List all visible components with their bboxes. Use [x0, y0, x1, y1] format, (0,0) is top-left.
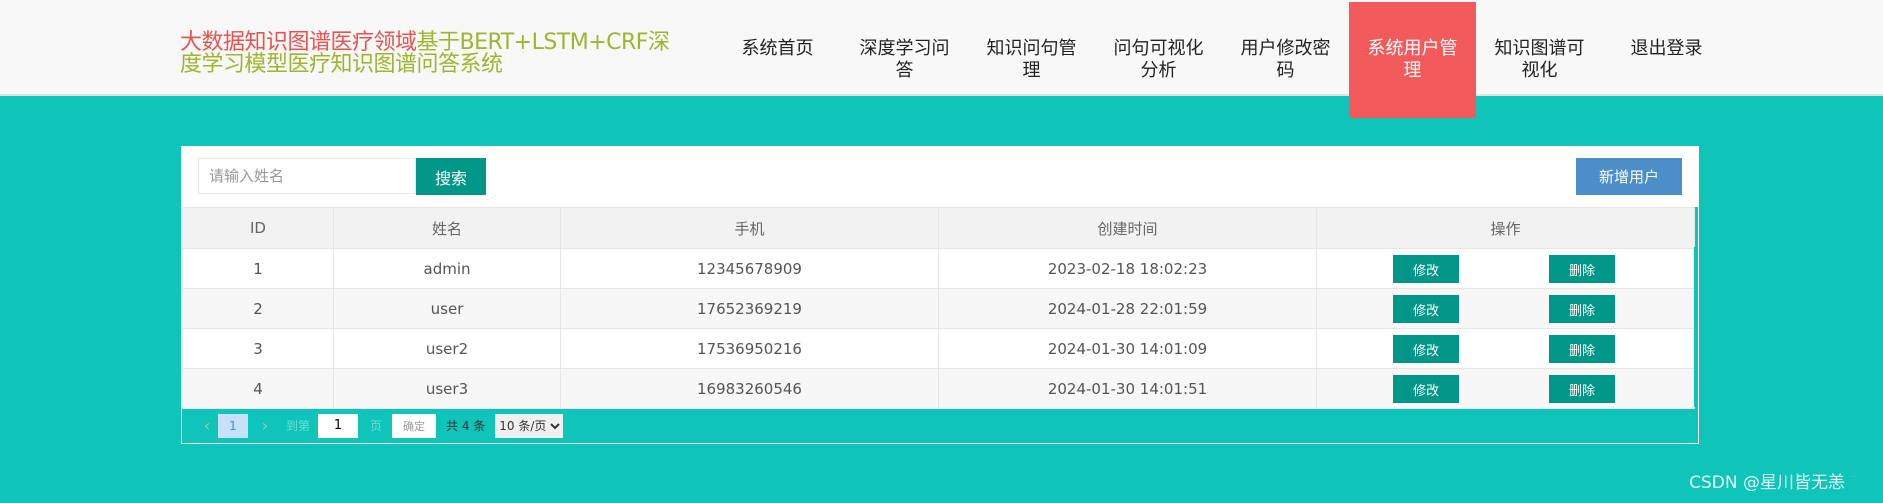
nav-home[interactable]: 系统首页	[714, 2, 841, 118]
chevron-right-icon[interactable]: ›	[254, 416, 276, 435]
search-button[interactable]: 搜索	[416, 158, 486, 195]
delete-button[interactable]: 删除	[1549, 255, 1615, 283]
page-unit-label: 页	[370, 419, 383, 433]
page-size-select[interactable]: 10 条/页	[495, 413, 564, 438]
cell-phone: 17536950216	[560, 328, 939, 369]
delete-button[interactable]: 删除	[1549, 375, 1615, 403]
cell-actions: 修改 删除	[1316, 288, 1695, 329]
table-row: 1 admin 12345678909 2023-02-18 18:02:23 …	[182, 248, 1695, 289]
cell-id: 2	[182, 288, 334, 329]
cell-actions: 修改 删除	[1316, 328, 1695, 369]
top-header: 大数据知识图谱医疗领域基于BERT+LSTM+CRF深度学习模型医疗知识图谱问答…	[0, 0, 1883, 118]
nav-question-management-label: 知识问句管理	[986, 38, 1077, 81]
edit-button[interactable]: 修改	[1393, 335, 1459, 363]
user-table: ID 姓名 手机 创建时间 操作 1 admin 12345678909 202…	[182, 207, 1695, 409]
nav-logout[interactable]: 退出登录	[1603, 2, 1730, 118]
column-header-id: ID	[182, 207, 334, 249]
cell-phone: 16983260546	[560, 368, 939, 409]
page-button-current[interactable]: 1	[218, 413, 248, 438]
column-header-created: 创建时间	[938, 207, 1317, 249]
cell-name: user2	[333, 328, 561, 369]
goto-page-input[interactable]	[318, 413, 359, 438]
delete-button[interactable]: 删除	[1549, 335, 1615, 363]
total-count: 共 4 条	[446, 419, 486, 433]
nav-user-management-label: 系统用户管理	[1367, 38, 1458, 81]
nav-question-management[interactable]: 知识问句管理	[968, 2, 1095, 118]
nav-deep-learning-qa[interactable]: 深度学习问答	[841, 2, 968, 118]
nav-question-visualization[interactable]: 问句可视化分析	[1095, 2, 1222, 118]
cell-id: 1	[182, 248, 334, 289]
cell-phone: 12345678909	[560, 248, 939, 289]
delete-button[interactable]: 删除	[1549, 295, 1615, 323]
cell-phone: 17652369219	[560, 288, 939, 329]
table-toolbar: 搜索 新增用户	[182, 147, 1698, 207]
cell-actions: 修改 删除	[1316, 368, 1695, 409]
pagination: ‹ 1 › 到第 页 确定 共 4 条 10 条/页	[182, 408, 1698, 443]
nav-change-password[interactable]: 用户修改密码	[1222, 2, 1349, 118]
table-row: 3 user2 17536950216 2024-01-30 14:01:09 …	[182, 328, 1695, 369]
goto-confirm-button[interactable]: 确定	[392, 413, 437, 438]
column-header-name: 姓名	[333, 207, 561, 249]
cell-id: 4	[182, 368, 334, 409]
name-search-input[interactable]	[198, 158, 416, 194]
cell-created: 2024-01-28 22:01:59	[938, 288, 1317, 329]
cell-actions: 修改 删除	[1316, 248, 1695, 289]
nav-deep-learning-qa-label: 深度学习问答	[859, 38, 950, 81]
goto-label: 到第	[286, 419, 311, 433]
cell-name: user3	[333, 368, 561, 409]
column-header-actions: 操作	[1316, 207, 1695, 249]
cell-name: admin	[333, 248, 561, 289]
table-header-row: ID 姓名 手机 创建时间 操作	[182, 207, 1695, 249]
table-row: 2 user 17652369219 2024-01-28 22:01:59 修…	[182, 288, 1695, 329]
main-nav: 系统首页 深度学习问答 知识问句管理 问句可视化分析 用户修改密码 系统用户管理…	[714, 2, 1730, 118]
site-title: 大数据知识图谱医疗领域基于BERT+LSTM+CRF深度学习模型医疗知识图谱问答…	[180, 32, 670, 76]
table-row: 4 user3 16983260546 2024-01-30 14:01:51 …	[182, 368, 1695, 409]
column-header-phone: 手机	[560, 207, 939, 249]
cell-created: 2023-02-18 18:02:23	[938, 248, 1317, 289]
watermark: CSDN @星川皆无恙	[1689, 473, 1845, 493]
nav-logout-label: 退出登录	[1630, 38, 1703, 59]
cell-name: user	[333, 288, 561, 329]
nav-user-management[interactable]: 系统用户管理	[1349, 2, 1476, 118]
edit-button[interactable]: 修改	[1393, 375, 1459, 403]
edit-button[interactable]: 修改	[1393, 255, 1459, 283]
nav-change-password-label: 用户修改密码	[1240, 38, 1331, 81]
nav-graph-visualization-label: 知识图谱可视化	[1494, 38, 1585, 81]
table-scrollbar[interactable]	[1694, 247, 1698, 407]
cell-id: 3	[182, 328, 334, 369]
nav-question-visualization-label: 问句可视化分析	[1113, 38, 1204, 81]
edit-button[interactable]: 修改	[1393, 295, 1459, 323]
user-table-panel: 搜索 新增用户 ID 姓名 手机 创建时间 操作 1 admin 1234567…	[181, 146, 1699, 444]
cell-created: 2024-01-30 14:01:51	[938, 368, 1317, 409]
chevron-left-icon[interactable]: ‹	[196, 416, 218, 435]
cell-created: 2024-01-30 14:01:09	[938, 328, 1317, 369]
add-user-button[interactable]: 新增用户	[1576, 158, 1682, 195]
nav-graph-visualization[interactable]: 知识图谱可视化	[1476, 2, 1603, 118]
nav-home-label: 系统首页	[741, 38, 814, 59]
